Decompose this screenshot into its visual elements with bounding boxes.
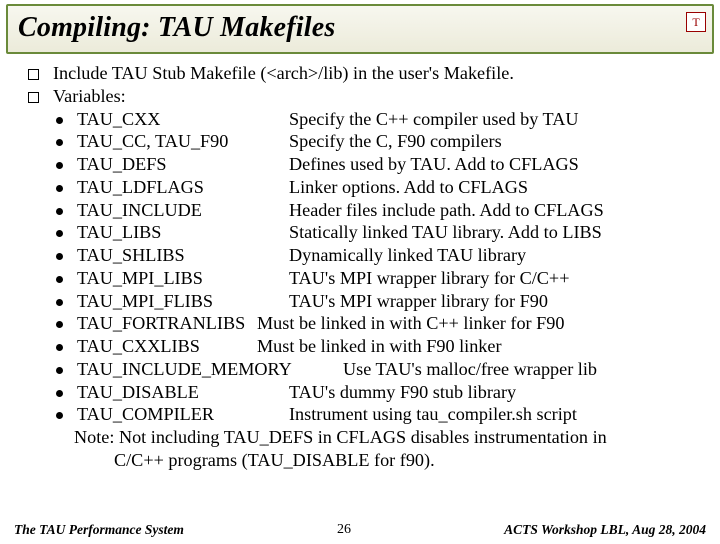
variable-description: Dynamically linked TAU library [289,244,702,267]
variable-name: TAU_FORTRANLIBS [77,312,257,335]
disc-bullet-icon [56,253,63,260]
variable-name: TAU_CC, TAU_F90 [77,130,289,153]
variable-name: TAU_LDFLAGS [77,176,289,199]
disc-bullet-icon [56,208,63,215]
variable-description: TAU's MPI wrapper library for C/C++ [289,267,702,290]
note-line-2: C/C++ programs (TAU_DISABLE for f90). [114,449,702,472]
variable-row: TAU_CC, TAU_F90Specify the C, F90 compil… [28,130,702,153]
slide-title: Compiling: TAU Makefiles [18,12,702,44]
disc-bullet-icon [56,321,63,328]
variable-description: Defines used by TAU. Add to CFLAGS [289,153,702,176]
variable-description: Must be linked in with F90 linker [257,335,702,358]
title-bar: Compiling: TAU Makefiles T [6,4,714,54]
variable-row: TAU_CXXLIBSMust be linked in with F90 li… [28,335,702,358]
variable-description: TAU's dummy F90 stub library [289,381,702,404]
variable-row: TAU_LDFLAGSLinker options. Add to CFLAGS [28,176,702,199]
square-bullet-icon [28,92,39,103]
variable-row: TAU_CXXSpecify the C++ compiler used by … [28,108,702,131]
variable-row: TAU_INCLUDE_MEMORYUse TAU's malloc/free … [28,358,702,381]
disc-bullet-icon [56,230,63,237]
slide-number: 26 [337,522,351,538]
slide-footer: The TAU Performance System 26 ACTS Works… [0,522,720,538]
variable-description: Specify the C++ compiler used by TAU [289,108,702,131]
variable-name: TAU_MPI_LIBS [77,267,289,290]
variable-row: TAU_LIBSStatically linked TAU library. A… [28,221,702,244]
variable-row: TAU_DEFSDefines used by TAU. Add to CFLA… [28,153,702,176]
disc-bullet-icon [56,367,63,374]
variable-row: TAU_SHLIBSDynamically linked TAU library [28,244,702,267]
variable-name: TAU_INCLUDE_MEMORY [77,358,343,381]
variable-description: TAU's MPI wrapper library for F90 [289,290,702,313]
disc-bullet-icon [56,185,63,192]
variable-description: Must be linked in with C++ linker for F9… [257,312,702,335]
variable-row: TAU_MPI_FLIBSTAU's MPI wrapper library f… [28,290,702,313]
tau-logo-icon: T [686,12,706,32]
variable-row: TAU_COMPILERInstrument using tau_compile… [28,403,702,426]
variable-name: TAU_DEFS [77,153,289,176]
note-line-1: Note: Not including TAU_DEFS in CFLAGS d… [74,426,702,449]
disc-bullet-icon [56,162,63,169]
bullet-text: Variables: [53,85,126,108]
variable-name: TAU_MPI_FLIBS [77,290,289,313]
square-bullet-icon [28,69,39,80]
variable-description: Instrument using tau_compiler.sh script [289,403,702,426]
variable-row: TAU_FORTRANLIBSMust be linked in with C+… [28,312,702,335]
disc-bullet-icon [56,117,63,124]
variable-row: TAU_MPI_LIBSTAU's MPI wrapper library fo… [28,267,702,290]
variable-name: TAU_INCLUDE [77,199,289,222]
variable-name: TAU_LIBS [77,221,289,244]
disc-bullet-icon [56,390,63,397]
bullet-text: Include TAU Stub Makefile (<arch>/lib) i… [53,62,514,85]
variable-description: Linker options. Add to CFLAGS [289,176,702,199]
disc-bullet-icon [56,299,63,306]
variable-row: TAU_DISABLETAU's dummy F90 stub library [28,381,702,404]
bullet-variables: Variables: [28,85,702,108]
variable-description: Use TAU's malloc/free wrapper lib [343,358,702,381]
variable-name: TAU_COMPILER [77,403,289,426]
disc-bullet-icon [56,139,63,146]
variable-name: TAU_SHLIBS [77,244,289,267]
variables-list: TAU_CXXSpecify the C++ compiler used by … [28,108,702,427]
disc-bullet-icon [56,276,63,283]
variable-description: Statically linked TAU library. Add to LI… [289,221,702,244]
slide-content: Include TAU Stub Makefile (<arch>/lib) i… [0,56,720,472]
variable-name: TAU_CXX [77,108,289,131]
footer-left: The TAU Performance System [14,522,184,538]
disc-bullet-icon [56,344,63,351]
variable-description: Header files include path. Add to CFLAGS [289,199,702,222]
footer-right: ACTS Workshop LBL, Aug 28, 2004 [504,522,706,538]
variable-name: TAU_DISABLE [77,381,289,404]
variable-description: Specify the C, F90 compilers [289,130,702,153]
bullet-include: Include TAU Stub Makefile (<arch>/lib) i… [28,62,702,85]
variable-row: TAU_INCLUDEHeader files include path. Ad… [28,199,702,222]
variable-name: TAU_CXXLIBS [77,335,257,358]
disc-bullet-icon [56,412,63,419]
